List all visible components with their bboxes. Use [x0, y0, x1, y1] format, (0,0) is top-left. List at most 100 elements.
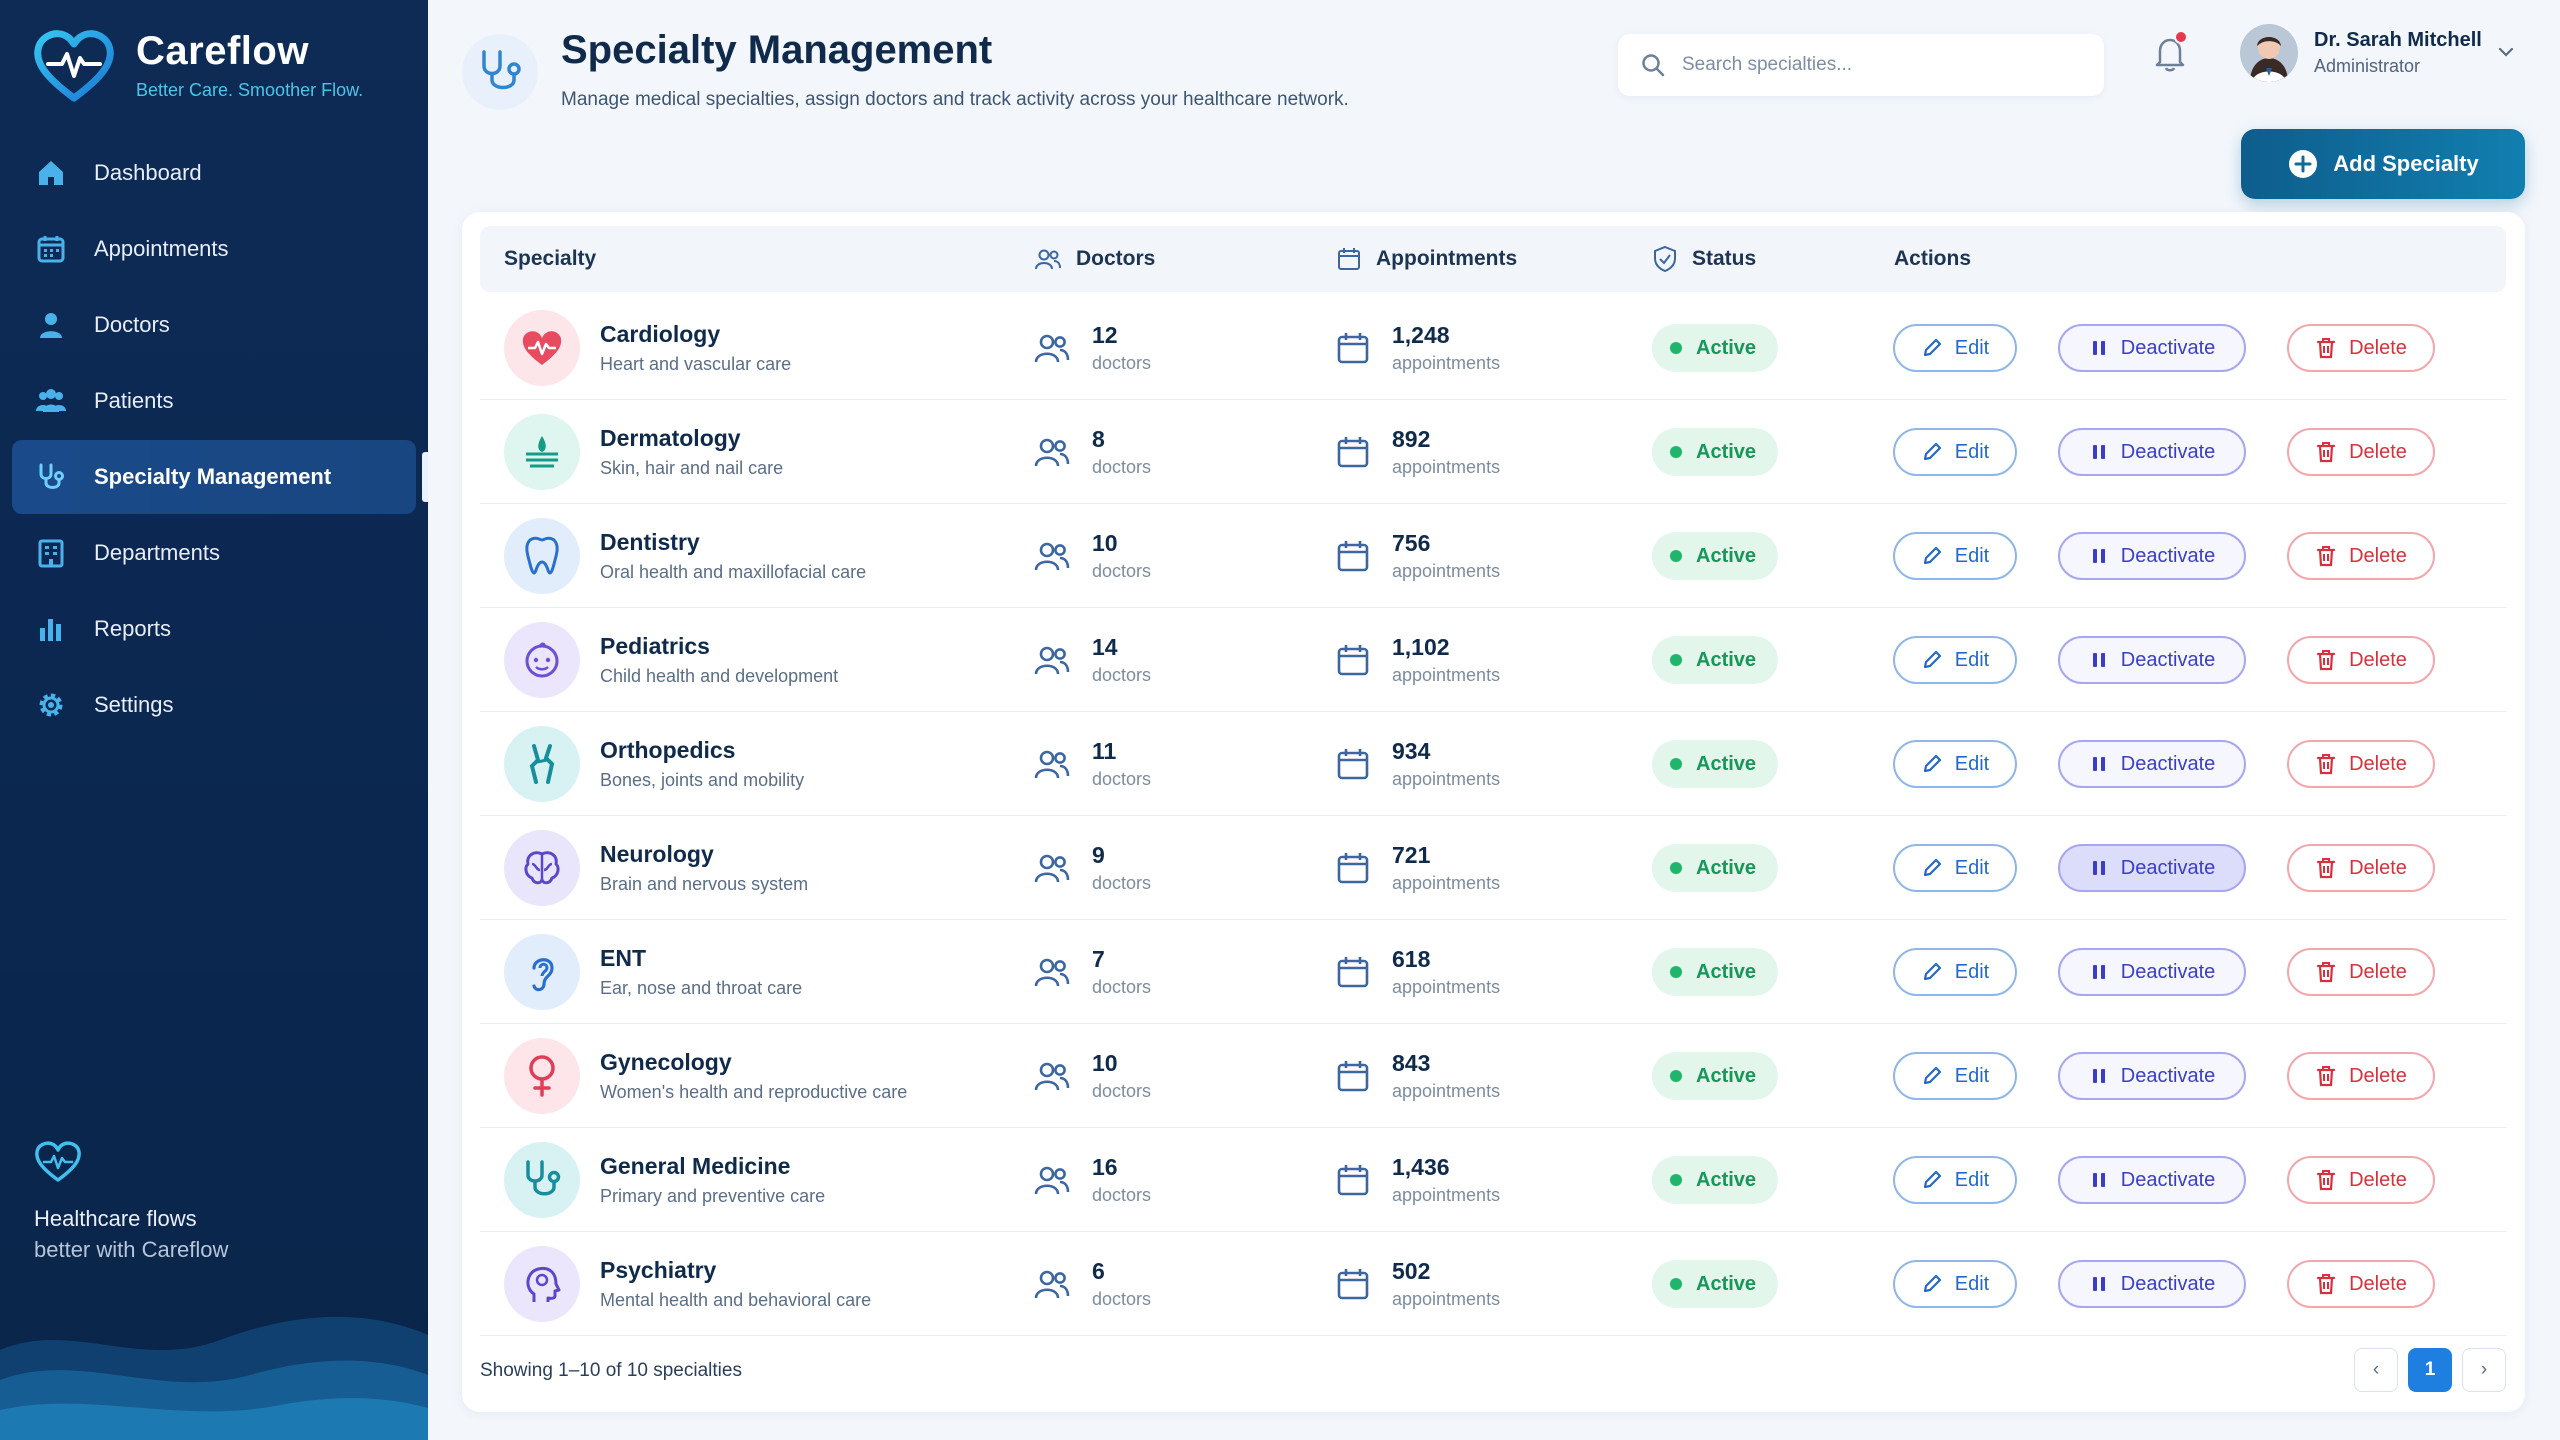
- sidebar-item-patients[interactable]: Patients: [12, 364, 416, 438]
- add-specialty-button[interactable]: Add Specialty: [2241, 129, 2525, 199]
- pencil-icon: [1923, 1066, 1941, 1085]
- deactivate-button[interactable]: Deactivate: [2058, 740, 2246, 788]
- plus-circle-icon: [2289, 150, 2318, 178]
- table-row[interactable]: ENT Ear, nose and throat care 7 doctors 618 a…: [480, 920, 2506, 1024]
- edit-button[interactable]: Edit: [1893, 844, 2017, 892]
- pencil-icon: [1923, 338, 1941, 357]
- appointments-unit: appointments: [1392, 769, 1501, 789]
- deactivate-button[interactable]: Deactivate: [2058, 1156, 2246, 1204]
- edit-button[interactable]: Edit: [1893, 532, 2017, 580]
- appointments-cell: 618 appointments: [1336, 920, 1500, 1024]
- people-icon: [1035, 249, 1061, 270]
- table-row[interactable]: Psychiatry Mental health and behavioral c…: [480, 1232, 2506, 1336]
- edit-button[interactable]: Edit: [1893, 636, 2017, 684]
- delete-button[interactable]: Delete: [2287, 1156, 2435, 1204]
- edit-label: Edit: [1954, 544, 1990, 567]
- edit-button[interactable]: Edit: [1893, 1260, 2017, 1308]
- brand[interactable]: Careflow Better Care. Smoother Flow.: [34, 28, 363, 102]
- edit-button[interactable]: Edit: [1893, 740, 2017, 788]
- edit-button[interactable]: Edit: [1893, 1156, 2017, 1204]
- sidebar-item-dashboard[interactable]: Dashboard: [12, 136, 416, 210]
- delete-button[interactable]: Delete: [2287, 324, 2435, 372]
- table-row[interactable]: Dentistry Oral health and maxillofacial c…: [480, 504, 2506, 608]
- edit-button[interactable]: Edit: [1893, 948, 2017, 996]
- pagination-next-button[interactable]: ›: [2462, 1348, 2506, 1392]
- status-label: Active: [1696, 1064, 1757, 1087]
- delete-label: Delete: [2349, 336, 2407, 359]
- deactivate-button[interactable]: Deactivate: [2058, 1260, 2246, 1308]
- delete-button[interactable]: Delete: [2287, 740, 2435, 788]
- table-row[interactable]: Dermatology Skin, hair and nail care 8 doct…: [480, 400, 2506, 504]
- search-box[interactable]: [1618, 34, 2104, 96]
- calendar-icon: [34, 232, 68, 266]
- chevron-down-icon[interactable]: [2496, 42, 2516, 62]
- appointments-cell: 934 appointments: [1336, 712, 1500, 816]
- edit-button[interactable]: Edit: [1893, 428, 2017, 476]
- deactivate-button[interactable]: Deactivate: [2058, 844, 2246, 892]
- table-row[interactable]: Cardiology Heart and vascular care 12 docto…: [480, 296, 2506, 400]
- table-row[interactable]: Orthopedics Bones, joints and mobility 11 d…: [480, 712, 2506, 816]
- deactivate-button[interactable]: Deactivate: [2058, 532, 2246, 580]
- column-header-status[interactable]: Status: [1652, 226, 1756, 292]
- pagination-prev-button[interactable]: ‹: [2354, 1348, 2398, 1392]
- edit-button[interactable]: Edit: [1893, 324, 2017, 372]
- doctors-unit: doctors: [1092, 561, 1152, 581]
- sidebar-item-specialty-management[interactable]: Specialty Management: [12, 440, 428, 514]
- column-header-specialty[interactable]: Specialty: [504, 226, 596, 292]
- pause-icon: [2092, 653, 2105, 667]
- sidebar-item-doctors[interactable]: Doctors: [12, 288, 416, 362]
- sidebar-item-reports[interactable]: Reports: [12, 592, 416, 666]
- deactivate-button[interactable]: Deactivate: [2058, 636, 2246, 684]
- deactivate-button[interactable]: Deactivate: [2058, 1052, 2246, 1100]
- table-row[interactable]: Neurology Brain and nervous system 9 doctor…: [480, 816, 2506, 920]
- specialty-description: Primary and preventive care: [600, 1186, 826, 1206]
- sidebar-item-appointments[interactable]: Appointments: [12, 212, 416, 286]
- column-header-doctors[interactable]: Doctors: [1034, 226, 1155, 292]
- delete-button[interactable]: Delete: [2287, 1052, 2435, 1100]
- deactivate-button[interactable]: Deactivate: [2058, 428, 2246, 476]
- pencil-icon: [1923, 858, 1941, 877]
- appointments-cell: 756 appointments: [1336, 504, 1500, 608]
- pagination-page-1[interactable]: 1: [2408, 1348, 2452, 1392]
- sidebar-item-label: Specialty Management: [94, 464, 332, 489]
- table-row[interactable]: General Medicine Primary and preventive c…: [480, 1128, 2506, 1232]
- delete-button[interactable]: Delete: [2287, 948, 2435, 996]
- status-cell: Active: [1652, 1128, 1779, 1232]
- sidebar-item-label: Dashboard: [94, 160, 202, 185]
- doctors-unit: doctors: [1092, 1081, 1152, 1101]
- page-stethoscope-icon: [462, 34, 538, 110]
- sidebar-item-settings[interactable]: Settings: [12, 668, 416, 742]
- table-row[interactable]: Pediatrics Child health and development 14…: [480, 608, 2506, 712]
- specialty-name: Gynecology: [600, 1049, 732, 1075]
- specialty-description: Brain and nervous system: [600, 874, 809, 894]
- delete-button[interactable]: Delete: [2287, 636, 2435, 684]
- delete-button[interactable]: Delete: [2287, 844, 2435, 892]
- user-role: Administrator: [2314, 56, 2421, 76]
- doctors-cell: 11 doctors: [1034, 712, 1151, 816]
- table-row[interactable]: Gynecology Women's health and reproductiv…: [480, 1024, 2506, 1128]
- people-icon: [1034, 334, 1070, 363]
- tooth-icon: [504, 518, 580, 594]
- specialty-description: Child health and development: [600, 666, 839, 686]
- pagination-summary: Showing 1–10 of 10 specialties: [480, 1360, 742, 1381]
- edit-button[interactable]: Edit: [1893, 1052, 2017, 1100]
- search-input[interactable]: [1682, 54, 2082, 76]
- user-profile[interactable]: Dr. Sarah Mitchell Administrator: [2240, 24, 2482, 82]
- status-label: Active: [1696, 856, 1757, 879]
- column-header-appointments[interactable]: Appointments: [1336, 226, 1517, 292]
- deactivate-button[interactable]: Deactivate: [2058, 948, 2246, 996]
- sidebar-item-label: Appointments: [94, 236, 229, 261]
- appointments-unit: appointments: [1392, 665, 1501, 685]
- trash-icon: [2316, 1066, 2336, 1087]
- edit-label: Edit: [1954, 1064, 1990, 1087]
- column-label: Doctors: [1076, 247, 1156, 270]
- delete-button[interactable]: Delete: [2287, 428, 2435, 476]
- sidebar-item-departments[interactable]: Departments: [12, 516, 416, 590]
- pause-icon: [2092, 549, 2105, 563]
- appointments-unit: appointments: [1392, 873, 1501, 893]
- deactivate-button[interactable]: Deactivate: [2058, 324, 2246, 372]
- delete-button[interactable]: Delete: [2287, 1260, 2435, 1308]
- delete-button[interactable]: Delete: [2287, 532, 2435, 580]
- trash-icon: [2316, 962, 2336, 983]
- building-icon: [34, 536, 68, 570]
